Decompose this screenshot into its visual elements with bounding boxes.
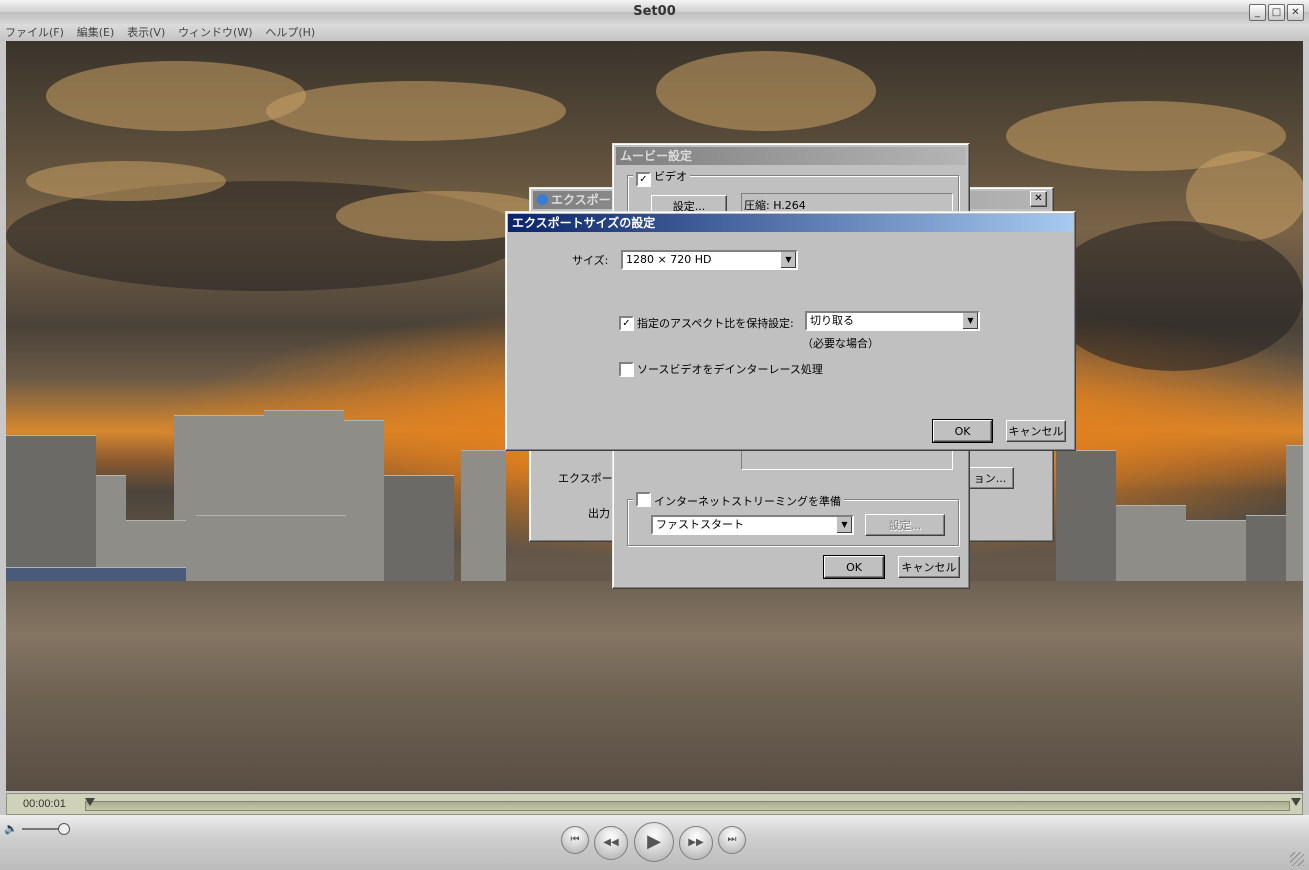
export-dialog-close-button[interactable]: ✕ xyxy=(1030,191,1047,207)
size-value: 1280 × 720 HD xyxy=(626,253,712,266)
dropdown-arrow-icon: ▼ xyxy=(962,313,978,329)
playhead-start-marker-icon[interactable] xyxy=(85,798,95,806)
playhead-end-marker-icon[interactable] xyxy=(1291,798,1301,806)
export-size-dialog: エクスポートサイズの設定 サイズ: 1280 × 720 HD ▼ ✓ 指定のア… xyxy=(505,211,1076,451)
deinterlace-label[interactable]: ソースビデオをデインターレース処理 xyxy=(637,361,823,377)
movie-settings-titlebar: ムービー設定 xyxy=(616,147,966,165)
streaming-checkbox[interactable] xyxy=(636,492,651,507)
title-bar: Set00 _ □ ✕ xyxy=(0,0,1309,25)
dropdown-arrow-icon: ▼ xyxy=(836,517,852,533)
aspect-setting-select[interactable]: 切り取る ▼ xyxy=(805,311,980,331)
minimize-button[interactable]: _ xyxy=(1249,4,1266,21)
go-to-start-button[interactable]: ⏮ xyxy=(561,826,589,854)
video-checkbox[interactable]: ✓ xyxy=(636,172,651,187)
maximize-button[interactable]: □ xyxy=(1268,4,1285,21)
play-button[interactable]: ▶ xyxy=(634,822,674,862)
dropdown-arrow-icon: ▼ xyxy=(780,252,796,268)
timecode: 00:00:01 xyxy=(23,798,66,810)
menu-help[interactable]: ヘルプ(H) xyxy=(265,24,315,41)
volume-slider-knob[interactable] xyxy=(58,823,70,835)
video-group-header: ✓ ビデオ xyxy=(633,168,690,187)
timeline-bar: 00:00:01 xyxy=(6,793,1303,815)
deinterlace-checkbox[interactable] xyxy=(619,362,634,377)
streaming-label: インターネットストリーミングを準備 xyxy=(654,495,841,508)
size-select[interactable]: 1280 × 720 HD ▼ xyxy=(621,250,798,270)
keep-aspect-label[interactable]: 指定のアスペクト比を保持 xyxy=(637,315,768,331)
streaming-settings-button[interactable]: 設定... xyxy=(865,514,945,536)
volume-icon: 🔈 xyxy=(4,822,18,835)
rewind-button[interactable]: ◀◀ xyxy=(594,826,628,860)
export-size-titlebar: エクスポートサイズの設定 xyxy=(508,214,1073,232)
output-label: 出力 xyxy=(588,507,610,520)
quicktime-icon xyxy=(537,194,548,205)
menu-edit[interactable]: 編集(E) xyxy=(77,24,115,41)
menu-bar: ファイル(F) 編集(E) 表示(V) ウィンドウ(W) ヘルプ(H) xyxy=(0,24,1309,41)
video-label: ビデオ xyxy=(654,170,687,183)
streaming-mode-value: ファストスタート xyxy=(656,518,744,531)
aspect-note: （必要な場合） xyxy=(802,337,879,350)
export-size-cancel-button[interactable]: キャンセル xyxy=(1006,420,1066,442)
menu-file[interactable]: ファイル(F) xyxy=(5,24,64,41)
export-size-ok-button[interactable]: OK xyxy=(932,419,993,443)
close-button[interactable]: ✕ xyxy=(1287,4,1304,21)
aspect-setting-label: 設定: xyxy=(768,317,794,330)
go-to-end-button[interactable]: ⏭ xyxy=(718,826,746,854)
water xyxy=(6,581,1303,791)
streaming-mode-select[interactable]: ファストスタート ▼ xyxy=(651,515,854,535)
window-title: Set00 xyxy=(633,4,676,19)
size-label: サイズ: xyxy=(572,254,609,267)
resize-grip-icon[interactable] xyxy=(1290,852,1304,866)
streaming-group-header: インターネットストリーミングを準備 xyxy=(633,492,844,509)
menu-window[interactable]: ウィンドウ(W) xyxy=(178,24,252,41)
timeline-scrubber[interactable] xyxy=(85,801,1290,811)
menu-view[interactable]: 表示(V) xyxy=(127,24,165,41)
options-button[interactable]: ョン... xyxy=(966,467,1014,489)
fast-forward-button[interactable]: ▶▶ xyxy=(679,826,713,860)
movie-settings-ok-button[interactable]: OK xyxy=(823,555,885,579)
movie-settings-cancel-button[interactable]: キャンセル xyxy=(898,556,960,578)
aspect-setting-value: 切り取る xyxy=(810,314,854,327)
keep-aspect-checkbox[interactable]: ✓ xyxy=(619,316,634,331)
